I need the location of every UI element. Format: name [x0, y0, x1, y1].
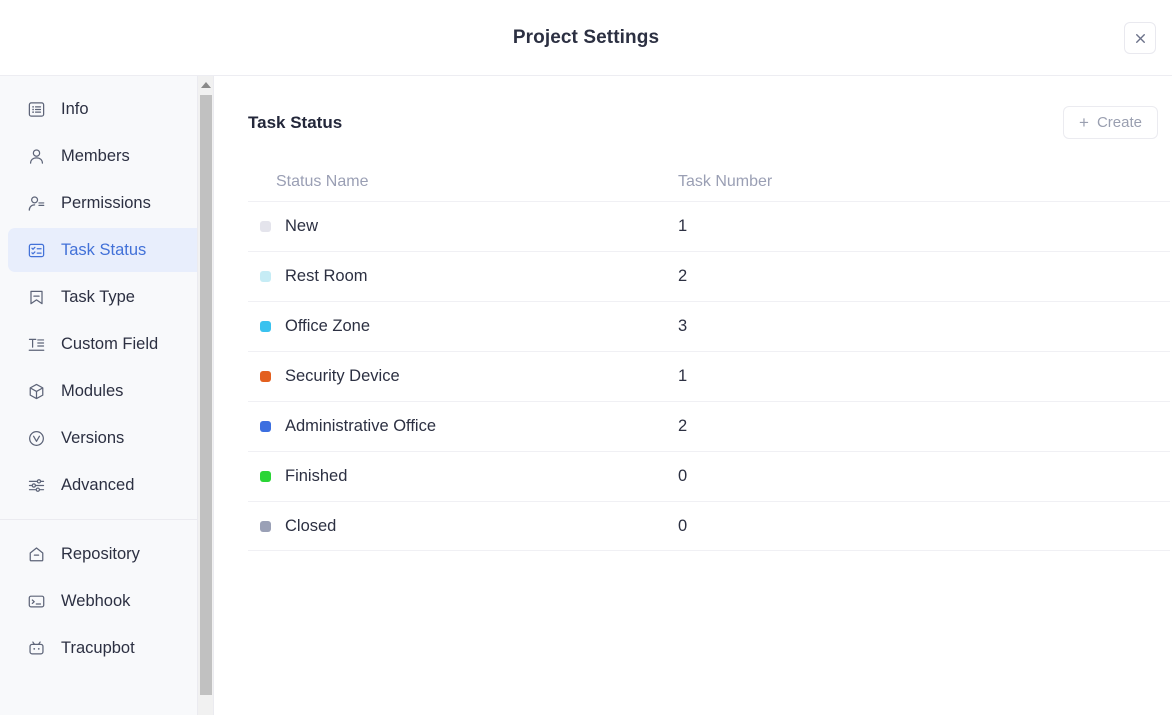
cell-task-number: 2 — [678, 267, 1170, 286]
section-title: Task Status — [248, 113, 342, 133]
sidebar-item-custom-field[interactable]: Custom Field — [8, 322, 205, 366]
sidebar-item-label: Repository — [61, 545, 140, 564]
sidebar-item-advanced[interactable]: Advanced — [8, 463, 205, 507]
scrollbar-thumb[interactable] — [200, 95, 212, 695]
sidebar-item-label: Webhook — [61, 592, 130, 611]
sidebar-item-webhook[interactable]: Webhook — [8, 579, 205, 623]
user-key-icon — [26, 193, 47, 214]
sidebar-item-task-type[interactable]: Task Type — [8, 275, 205, 319]
sidebar-group-primary: Info Members — [0, 87, 213, 507]
status-color-dot — [260, 271, 271, 282]
cell-status-name: Rest Room — [248, 267, 678, 286]
table-body: New 1 Rest Room 2 Office Zone 3 Security Devic… — [248, 201, 1170, 551]
table-row[interactable]: Administrative Office 2 — [248, 401, 1170, 451]
sidebar-item-info[interactable]: Info — [8, 87, 205, 131]
table-row[interactable]: Rest Room 2 — [248, 251, 1170, 301]
status-name-label: New — [285, 217, 318, 236]
modal-header: Project Settings — [0, 0, 1172, 76]
create-button-label: Create — [1097, 114, 1142, 131]
cell-task-number: 3 — [678, 317, 1170, 336]
close-button[interactable] — [1124, 22, 1156, 54]
cell-status-name: Administrative Office — [248, 417, 678, 436]
version-circle-icon — [26, 428, 47, 449]
section-header: Task Status + Create — [214, 106, 1170, 139]
task-status-icon — [26, 240, 47, 261]
cell-task-number: 1 — [678, 217, 1170, 236]
webhook-terminal-icon — [26, 591, 47, 612]
sidebar-item-label: Versions — [61, 429, 124, 448]
cell-task-number: 0 — [678, 467, 1170, 486]
status-color-dot — [260, 471, 271, 482]
cell-status-name: New — [248, 217, 678, 236]
status-name-label: Finished — [285, 467, 347, 486]
status-name-label: Closed — [285, 517, 336, 536]
cell-status-name: Office Zone — [248, 317, 678, 336]
sidebar-group-secondary: Repository Webhook — [0, 532, 213, 670]
close-icon — [1133, 31, 1148, 46]
sidebar-item-label: Advanced — [61, 476, 134, 495]
cell-status-name: Security Device — [248, 367, 678, 386]
table-row[interactable]: Office Zone 3 — [248, 301, 1170, 351]
page-title: Project Settings — [513, 27, 659, 49]
status-color-dot — [260, 321, 271, 332]
status-color-dot — [260, 221, 271, 232]
sidebar-item-label: Custom Field — [61, 335, 158, 354]
cell-status-name: Finished — [248, 467, 678, 486]
task-status-table: Status Name Task Number New 1 Rest Room 2 Of… — [214, 163, 1172, 551]
settings-sidebar: Info Members — [0, 76, 214, 715]
cube-icon — [26, 381, 47, 402]
sidebar-divider — [0, 519, 213, 520]
text-field-icon — [26, 334, 47, 355]
sidebar-item-label: Members — [61, 147, 130, 166]
sidebar-item-label: Task Type — [61, 288, 135, 307]
table-header-row: Status Name Task Number — [248, 163, 1170, 201]
sidebar-item-label: Task Status — [61, 241, 146, 260]
list-box-icon — [26, 99, 47, 120]
robot-icon — [26, 638, 47, 659]
column-header-status-name: Status Name — [248, 173, 678, 191]
sidebar-item-label: Permissions — [61, 194, 151, 213]
status-name-label: Administrative Office — [285, 417, 436, 436]
scroll-up-arrow-icon[interactable] — [198, 76, 213, 93]
status-color-dot — [260, 371, 271, 382]
status-name-label: Rest Room — [285, 267, 368, 286]
sidebar-item-repository[interactable]: Repository — [8, 532, 205, 576]
repository-icon — [26, 544, 47, 565]
column-header-task-number: Task Number — [678, 173, 1170, 191]
sidebar-item-permissions[interactable]: Permissions — [8, 181, 205, 225]
cell-status-name: Closed — [248, 517, 678, 536]
settings-content: Task Status + Create Status Name Task Nu… — [214, 76, 1172, 715]
table-row[interactable]: Security Device 1 — [248, 351, 1170, 401]
user-icon — [26, 146, 47, 167]
sidebar-item-modules[interactable]: Modules — [8, 369, 205, 413]
bookmark-icon — [26, 287, 47, 308]
sidebar-item-members[interactable]: Members — [8, 134, 205, 178]
sliders-icon — [26, 475, 47, 496]
cell-task-number: 0 — [678, 517, 1170, 536]
cell-task-number: 1 — [678, 367, 1170, 386]
sidebar-item-label: Info — [61, 100, 89, 119]
sidebar-item-label: Modules — [61, 382, 123, 401]
sidebar-item-task-status[interactable]: Task Status — [8, 228, 205, 272]
cell-task-number: 2 — [678, 417, 1170, 436]
plus-icon: + — [1079, 114, 1089, 131]
status-color-dot — [260, 421, 271, 432]
sidebar-item-versions[interactable]: Versions — [8, 416, 205, 460]
sidebar-scrollbar[interactable] — [197, 76, 213, 715]
table-row[interactable]: New 1 — [248, 201, 1170, 251]
create-button[interactable]: + Create — [1063, 106, 1158, 139]
status-color-dot — [260, 521, 271, 532]
modal-body: Info Members — [0, 76, 1172, 715]
status-name-label: Security Device — [285, 367, 400, 386]
table-row[interactable]: Finished 0 — [248, 451, 1170, 501]
sidebar-item-tracupbot[interactable]: Tracupbot — [8, 626, 205, 670]
table-row[interactable]: Closed 0 — [248, 501, 1170, 551]
status-name-label: Office Zone — [285, 317, 370, 336]
sidebar-item-label: Tracupbot — [61, 639, 135, 658]
